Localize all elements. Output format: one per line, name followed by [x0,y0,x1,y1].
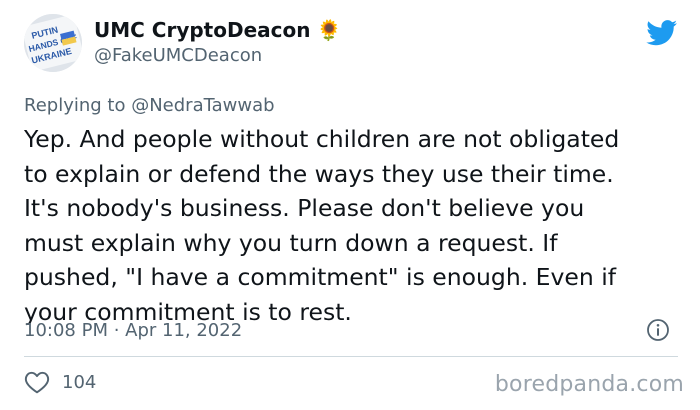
tweet-header: PUTIN HANDS OFF UKRAINE UMC CryptoDeacon… [24,14,341,72]
tweet-timestamp[interactable]: 10:08 PM · Apr 11, 2022 [24,318,242,344]
watermark: boredpanda.com [494,372,684,397]
reply-context: Replying to @NedraTawwab [24,94,275,118]
reply-prefix: Replying to [24,95,126,116]
author-names: UMC CryptoDeacon 🌻 @FakeUMCDeacon [94,17,341,69]
like-action[interactable]: 104 [24,370,96,394]
info-icon[interactable] [646,318,670,342]
tweet-text: Yep. And people without children are not… [24,125,620,326]
tweet-card: PUTIN HANDS OFF UKRAINE UMC CryptoDeacon… [0,0,700,410]
like-count: 104 [62,371,97,393]
display-name-row: UMC CryptoDeacon 🌻 [94,17,341,43]
heart-icon[interactable] [24,370,50,394]
sunflower-emoji: 🌻 [316,18,342,42]
twitter-bird-icon[interactable] [646,20,678,46]
divider [24,356,678,357]
author-handle[interactable]: @FakeUMCDeacon [94,43,341,69]
display-name[interactable]: UMC CryptoDeacon [94,17,310,43]
reply-mention-link[interactable]: @NedraTawwab [131,95,274,116]
avatar[interactable]: PUTIN HANDS OFF UKRAINE [24,14,82,72]
